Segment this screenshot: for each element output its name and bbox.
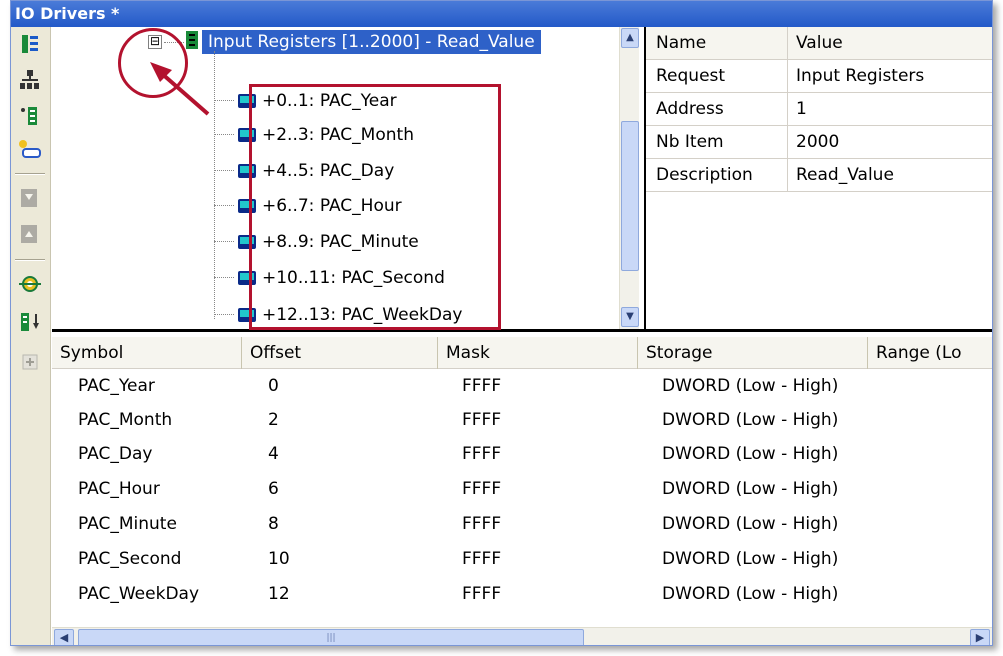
annotation-arrow-icon: [150, 62, 210, 116]
